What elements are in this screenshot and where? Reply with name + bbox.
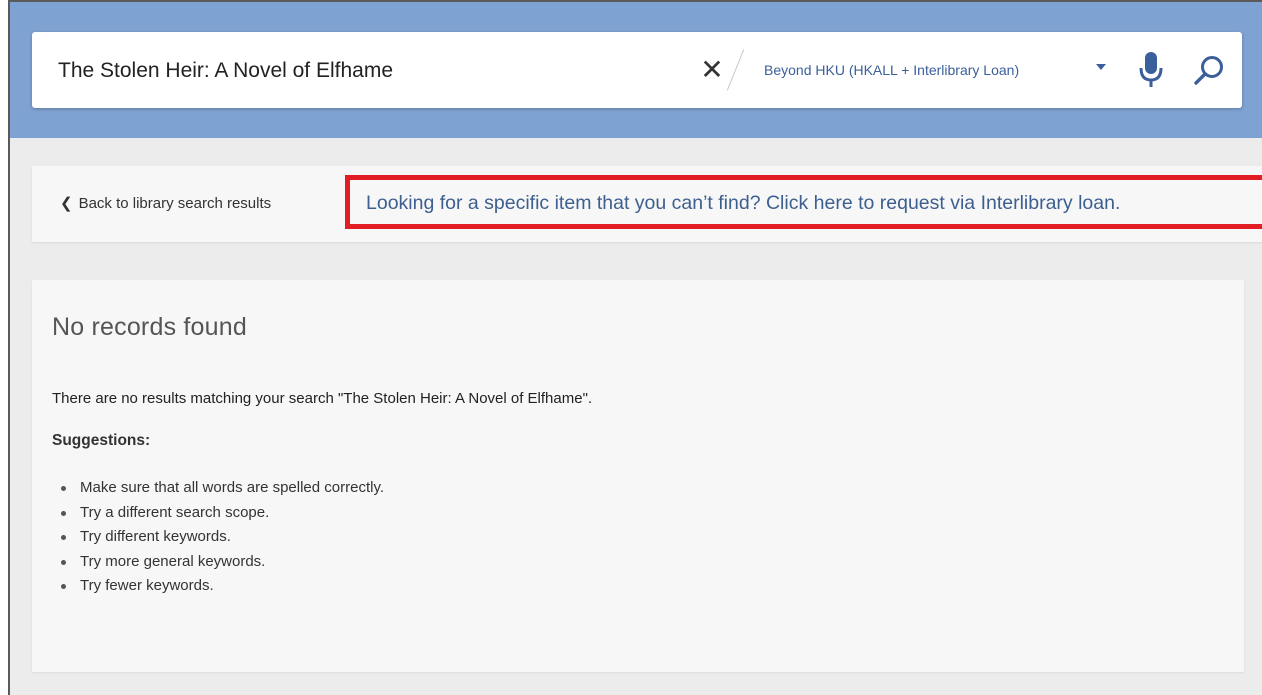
interlibrary-loan-highlight: Looking for a specific item that you can… <box>345 175 1262 229</box>
suggestion-item: Try a different search scope. <box>52 501 384 526</box>
divider <box>726 49 745 91</box>
suggestion-text: Try more general keywords. <box>80 552 266 570</box>
bullet-icon <box>61 584 66 589</box>
suggestion-item: Try more general keywords. <box>52 550 384 575</box>
search-input[interactable] <box>56 52 660 90</box>
back-to-results-link[interactable]: ❮ Back to library search results <box>60 192 271 216</box>
suggestion-text: Make sure that all words are spelled cor… <box>80 479 385 496</box>
suggestion-text: Try fewer keywords. <box>80 577 214 594</box>
suggestions-heading: Suggestions: <box>52 432 151 449</box>
chevron-left-icon: ❮ <box>60 195 73 212</box>
caret-down-icon[interactable] <box>1094 60 1108 74</box>
close-icon[interactable]: ✕ <box>700 56 724 84</box>
page-frame: ✕ Beyond HKU (HKALL + Interlibrary Loan)… <box>8 0 1262 695</box>
bullet-icon <box>61 535 66 540</box>
results-panel: No records found There are no results ma… <box>32 280 1244 672</box>
search-bar: ✕ Beyond HKU (HKALL + Interlibrary Loan) <box>32 32 1242 108</box>
suggestion-item: Try fewer keywords. <box>52 574 384 599</box>
no-records-heading: No records found <box>52 313 247 341</box>
suggestion-item: Make sure that all words are spelled cor… <box>52 476 384 501</box>
back-link-label: Back to library search results <box>78 195 272 212</box>
suggestions-list: Make sure that all words are spelled cor… <box>52 476 384 599</box>
suggestion-item: Try different keywords. <box>52 525 384 550</box>
no-results-message: There are no results matching your searc… <box>52 390 593 407</box>
bullet-icon <box>61 486 66 491</box>
suggestion-text: Try a different search scope. <box>80 503 270 521</box>
search-scope-select[interactable]: Beyond HKU (HKALL + Interlibrary Loan) <box>764 58 1019 82</box>
search-header: ✕ Beyond HKU (HKALL + Interlibrary Loan) <box>10 2 1262 138</box>
bullet-icon <box>61 510 66 516</box>
interlibrary-loan-link[interactable]: Looking for a specific item that you can… <box>366 189 1120 217</box>
bullet-icon <box>61 559 66 565</box>
microphone-icon[interactable] <box>1137 50 1165 90</box>
search-icon[interactable] <box>1192 54 1226 88</box>
back-navigation-bar: ❮ Back to library search results Looking … <box>32 166 1262 242</box>
suggestion-text: Try different keywords. <box>80 528 231 545</box>
